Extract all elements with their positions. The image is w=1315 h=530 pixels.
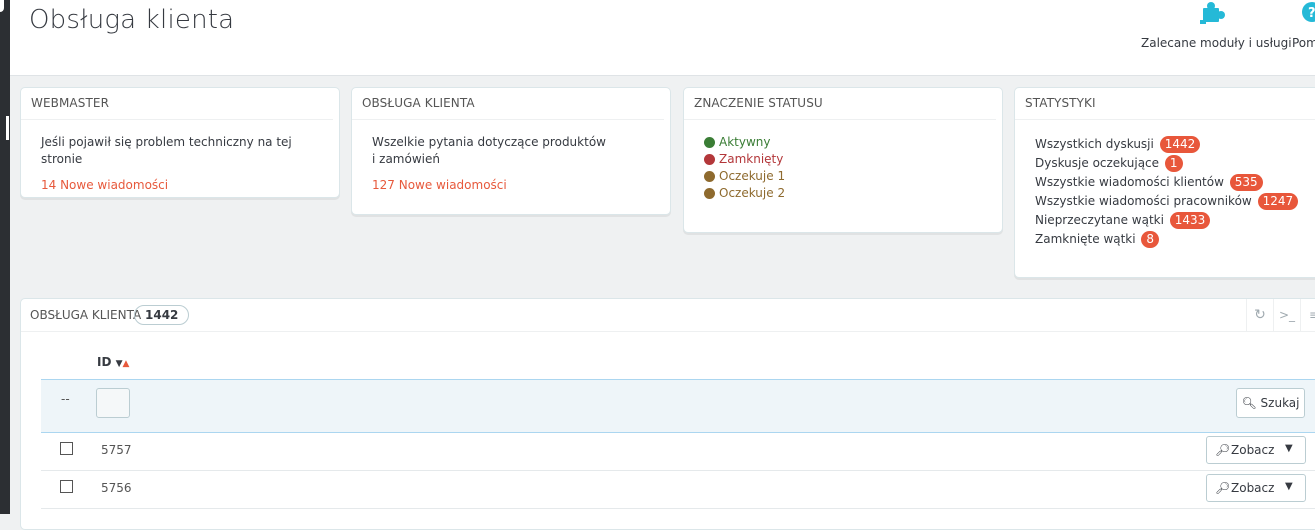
stat-badge: 1442: [1159, 136, 1201, 153]
caret-down-icon[interactable]: ▼: [1285, 443, 1293, 454]
zoom-in-icon: 🔎︎: [1215, 443, 1231, 457]
sort-asc-icon[interactable]: ▲: [123, 359, 130, 369]
status-legend-label: Oczekuje 2: [719, 186, 786, 200]
status-legend-card: ZNACZENIE STATUSU Aktywny Zamknięty Ocze…: [683, 87, 1003, 233]
view-button-label: Zobacz: [1231, 481, 1275, 495]
stat-label: Nieprzeczytane wątki: [1035, 213, 1164, 227]
customer-service-new-messages-link[interactable]: 127 Nowe wiadomości: [372, 177, 610, 194]
help-icon: ?: [1302, 2, 1315, 22]
status-legend-card-title: ZNACZENIE STATUSU: [684, 88, 996, 120]
stat-row: Nieprzeczytane wątki 1433: [1035, 211, 1305, 230]
stat-label: Wszystkie wiadomości pracowników: [1035, 194, 1252, 208]
row-id: 5757: [101, 443, 132, 457]
status-dot-icon: [704, 171, 715, 182]
stat-label: Wszystkie wiadomości klientów: [1035, 175, 1224, 189]
stat-row: Wszystkie wiadomości klientów 535: [1035, 173, 1305, 192]
list-header: OBSŁUGA KLIENTA 1442 ↻ >_ ≡: [21, 299, 1315, 332]
customer-service-card-text: Wszelkie pytania dotyczące produktów i z…: [372, 135, 606, 166]
stat-row: Dyskusje oczekujące 1: [1035, 154, 1305, 173]
sidebar-edge-mark: [0, 0, 4, 12]
search-icon: 🔍︎: [1241, 396, 1257, 410]
status-legend-label: Aktywny: [719, 135, 771, 149]
view-thread-button[interactable]: 🔎︎ Zobacz ▼: [1206, 436, 1306, 464]
sidebar-edge-indicator: [6, 116, 9, 140]
customer-service-card: OBSŁUGA KLIENTA Wszelkie pytania dotyczą…: [351, 87, 671, 215]
table-row: 5757 🔎︎ Zobacz ▼: [41, 432, 1315, 471]
database-icon: ≡: [1308, 308, 1315, 322]
filter-bulk-placeholder: --: [61, 392, 70, 406]
status-legend-item: Zamknięty: [704, 151, 982, 168]
search-button[interactable]: 🔍︎ Szukaj: [1236, 388, 1305, 418]
sort-desc-icon[interactable]: ▼: [116, 359, 123, 369]
search-button-label: Szukaj: [1260, 396, 1300, 410]
page-title: Obsługa klienta: [29, 5, 235, 35]
webmaster-new-messages-link[interactable]: 14 Nowe wiadomości: [41, 177, 319, 194]
customer-service-card-title: OBSŁUGA KLIENTA: [352, 88, 664, 120]
status-legend-item: Oczekuje 1: [704, 168, 982, 185]
column-header-id-label: ID: [97, 355, 112, 369]
help-button[interactable]: ? Pom: [1290, 0, 1315, 50]
stat-badge: 535: [1229, 174, 1263, 191]
row-select-checkbox[interactable]: [60, 442, 73, 455]
status-dot-icon: [704, 188, 715, 199]
stat-label: Dyskusje oczekujące: [1035, 156, 1160, 170]
help-label: Pom: [1292, 36, 1315, 50]
show-sql-button[interactable]: >_: [1273, 299, 1300, 331]
zoom-in-icon: 🔎︎: [1215, 481, 1231, 495]
recommended-modules-button[interactable]: Zalecane moduły i usługi: [1141, 0, 1292, 50]
webmaster-card-text: Jeśli pojawił się problem techniczny na …: [41, 135, 292, 166]
view-button-label: Zobacz: [1231, 443, 1275, 457]
filter-row: -- 🔍︎ Szukaj: [41, 379, 1315, 433]
status-legend-label: Oczekuje 1: [719, 169, 786, 183]
caret-down-icon[interactable]: ▼: [1285, 481, 1293, 492]
stat-badge: 1: [1164, 155, 1183, 172]
stat-badge: 1247: [1257, 193, 1299, 210]
row-select-checkbox[interactable]: [60, 480, 73, 493]
refresh-list-button[interactable]: ↻: [1246, 299, 1273, 331]
status-legend-item: Aktywny: [704, 134, 982, 151]
page-header: Obsługa klienta Zalecane moduły i usługi…: [10, 0, 1315, 76]
filter-id-input[interactable]: [96, 388, 130, 418]
stat-row: Zamknięte wątki 8: [1035, 230, 1305, 249]
webmaster-card-title: WEBMASTER: [21, 88, 333, 120]
puzzle-icon: [1200, 2, 1225, 24]
status-legend-label: Zamknięty: [719, 152, 784, 166]
customer-threads-list: OBSŁUGA KLIENTA 1442 ↻ >_ ≡ ID ▼▲ -- 🔍︎ …: [20, 298, 1315, 530]
stat-label: Zamknięte wątki: [1035, 232, 1136, 246]
statistics-card-title: STATYSTYKI: [1015, 88, 1315, 120]
column-header-id: ID ▼▲: [97, 355, 129, 369]
list-title: OBSŁUGA KLIENTA: [30, 308, 142, 322]
stat-badge: 8: [1141, 231, 1160, 248]
stat-row: Wszystkie wiadomości pracowników 1247: [1035, 192, 1305, 211]
statistics-card: STATYSTYKI Wszystkich dyskusji 1442 Dysk…: [1014, 87, 1315, 278]
terminal-icon: >_: [1278, 308, 1296, 322]
stat-badge: 1433: [1169, 212, 1211, 229]
svg-text:?: ?: [1308, 6, 1315, 21]
webmaster-card: WEBMASTER Jeśli pojawił się problem tech…: [20, 87, 340, 198]
recommended-modules-label: Zalecane moduły i usługi: [1141, 36, 1292, 50]
export-database-button[interactable]: ≡: [1300, 299, 1315, 331]
view-thread-button[interactable]: 🔎︎ Zobacz ▼: [1206, 474, 1306, 502]
table-row: 5756 🔎︎ Zobacz ▼: [41, 470, 1315, 509]
row-id: 5756: [101, 481, 132, 495]
status-dot-icon: [704, 137, 715, 148]
status-legend-item: Oczekuje 2: [704, 185, 982, 202]
status-dot-icon: [704, 154, 715, 165]
stat-row: Wszystkich dyskusji 1442: [1035, 135, 1305, 154]
list-count-badge: 1442: [134, 305, 190, 325]
stat-label: Wszystkich dyskusji: [1035, 137, 1154, 151]
refresh-icon: ↻: [1254, 307, 1266, 323]
admin-sidebar-edge: [0, 0, 10, 514]
